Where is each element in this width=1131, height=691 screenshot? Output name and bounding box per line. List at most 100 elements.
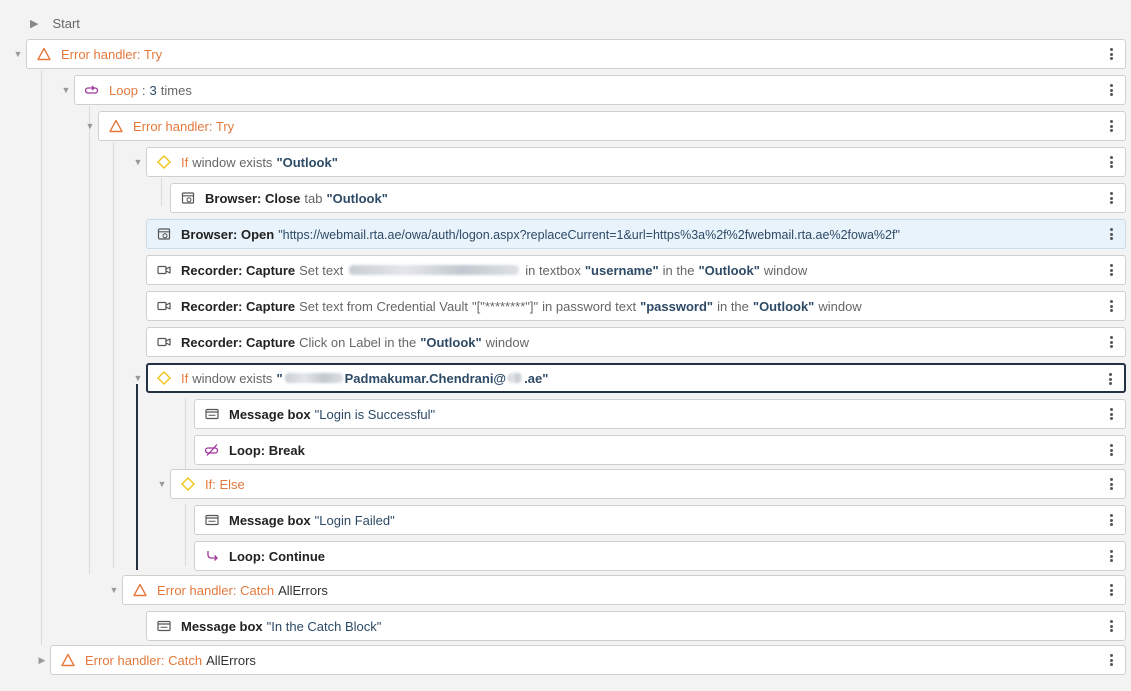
more-vertical-icon[interactable] — [1107, 548, 1115, 564]
more-vertical-icon[interactable] — [1106, 371, 1114, 387]
video-camera-icon — [157, 299, 171, 313]
window-name: "Outlook" — [698, 262, 760, 278]
action-keyword: If — [181, 154, 189, 170]
more-vertical-icon[interactable] — [1107, 442, 1115, 458]
action-if-window-exists-outlook[interactable]: If window exists "Outlook" — [146, 147, 1126, 177]
field-name: "password" — [640, 298, 714, 314]
tree-guide-line — [113, 142, 114, 568]
more-vertical-icon[interactable] — [1107, 46, 1115, 62]
action-keyword: Error handler: Catch — [85, 652, 203, 668]
action-loop-continue[interactable]: Loop: Continue — [194, 541, 1126, 571]
action-recorder-capture-click[interactable]: Recorder: Capture Click on Label in the … — [146, 327, 1126, 357]
action-browser-close[interactable]: Browser: Close tab "Outlook" — [170, 183, 1126, 213]
more-vertical-icon[interactable] — [1107, 334, 1115, 350]
more-vertical-icon[interactable] — [1107, 512, 1115, 528]
browser-icon — [157, 227, 171, 241]
loop-break-icon — [205, 443, 219, 457]
action-message-box-failed[interactable]: Message box "Login Failed" — [194, 505, 1126, 535]
action-keyword: Error handler: Try — [61, 46, 163, 62]
action-loop-break[interactable]: Loop: Break — [194, 435, 1126, 465]
action-if-else[interactable]: If: Else — [170, 469, 1126, 499]
collapse-caret[interactable]: ▼ — [61, 85, 71, 95]
diamond-icon — [181, 477, 195, 491]
action-text: in the — [662, 262, 695, 278]
action-keyword: Recorder: Capture — [181, 298, 296, 314]
action-text: Click on Label in the — [299, 334, 417, 350]
action-message-box-catch[interactable]: Message box "In the Catch Block" — [146, 611, 1126, 641]
more-vertical-icon[interactable] — [1107, 226, 1115, 242]
selected-branch-line — [136, 384, 138, 570]
start-node[interactable]: ▶ Start — [30, 14, 80, 32]
separator: : — [141, 82, 146, 98]
window-name: "Outlook" — [752, 298, 815, 314]
browser-icon — [181, 191, 195, 205]
action-keyword: Message box — [181, 618, 263, 634]
redacted-text — [284, 372, 343, 383]
triangle-warning-icon — [133, 583, 147, 597]
action-error-handler-try-outer[interactable]: Error handler: Try — [26, 39, 1126, 69]
triangle-warning-icon — [61, 653, 75, 667]
action-keyword: Browser: Open — [181, 226, 275, 242]
action-text: window exists — [192, 370, 273, 386]
more-vertical-icon[interactable] — [1107, 262, 1115, 278]
more-vertical-icon[interactable] — [1107, 476, 1115, 492]
action-message-box-success[interactable]: Message box "Login is Successful" — [194, 399, 1126, 429]
catch-type: AllErrors — [278, 582, 328, 598]
start-label: Start — [52, 15, 80, 31]
action-error-handler-catch-inner[interactable]: Error handler: Catch AllErrors — [122, 575, 1126, 605]
tree-guide-line — [161, 178, 162, 206]
more-vertical-icon[interactable] — [1107, 582, 1115, 598]
tree-guide-line — [185, 398, 186, 472]
action-loop[interactable]: Loop : 3 times — [74, 75, 1126, 105]
message-box-icon — [157, 619, 171, 633]
tab-name: "Outlook" — [326, 190, 388, 206]
action-text: in textbox — [525, 262, 581, 278]
collapse-caret[interactable]: ▼ — [133, 373, 143, 383]
window-name-quote: " — [276, 370, 283, 386]
catch-type: AllErrors — [206, 652, 256, 668]
action-recorder-capture-password[interactable]: Recorder: Capture Set text from Credenti… — [146, 291, 1126, 321]
expand-caret[interactable]: ▶ — [37, 655, 47, 665]
more-vertical-icon[interactable] — [1107, 154, 1115, 170]
message-box-icon — [205, 407, 219, 421]
more-vertical-icon[interactable] — [1107, 618, 1115, 634]
message-text: "Login Failed" — [314, 512, 395, 528]
more-vertical-icon[interactable] — [1107, 190, 1115, 206]
field-name: "username" — [584, 262, 659, 278]
action-text: window — [763, 262, 808, 278]
collapse-caret[interactable]: ▼ — [85, 121, 95, 131]
action-browser-open[interactable]: Browser: Open "https://webmail.rta.ae/ow… — [146, 219, 1126, 249]
action-text: window — [818, 298, 862, 314]
action-error-handler-try-inner[interactable]: Error handler: Try — [98, 111, 1126, 141]
triangle-warning-icon — [37, 47, 51, 61]
diamond-icon — [157, 155, 171, 169]
action-keyword: If: Else — [205, 476, 245, 492]
action-keyword: Message box — [229, 512, 311, 528]
loop-icon — [85, 83, 99, 97]
action-error-handler-catch-outer[interactable]: Error handler: Catch AllErrors — [50, 645, 1126, 675]
video-camera-icon — [157, 263, 171, 277]
more-vertical-icon[interactable] — [1107, 406, 1115, 422]
loop-count: 3 — [149, 82, 157, 98]
message-text: "Login is Successful" — [314, 406, 436, 422]
vault-value: "["********"]" — [471, 298, 539, 314]
action-recorder-capture-username[interactable]: Recorder: Capture Set text in textbox "u… — [146, 255, 1126, 285]
message-box-icon — [205, 513, 219, 527]
collapse-caret[interactable]: ▼ — [133, 157, 143, 167]
video-camera-icon — [157, 335, 171, 349]
tree-guide-line — [185, 504, 186, 566]
more-vertical-icon[interactable] — [1107, 298, 1115, 314]
collapse-caret[interactable]: ▼ — [13, 49, 23, 59]
tree-guide-line — [41, 70, 42, 645]
action-text: Set text from Credential Vault — [299, 298, 468, 314]
action-text: window — [485, 334, 530, 350]
more-vertical-icon[interactable] — [1107, 652, 1115, 668]
triangle-warning-icon — [109, 119, 123, 133]
more-vertical-icon[interactable] — [1107, 82, 1115, 98]
action-if-window-exists-user[interactable]: If window exists " Padmakumar.Chendrani@… — [146, 363, 1126, 393]
loop-continue-icon — [205, 549, 219, 563]
collapse-caret[interactable]: ▼ — [157, 479, 167, 489]
action-keyword: If — [181, 370, 189, 386]
collapse-caret[interactable]: ▼ — [109, 585, 119, 595]
more-vertical-icon[interactable] — [1107, 118, 1115, 134]
